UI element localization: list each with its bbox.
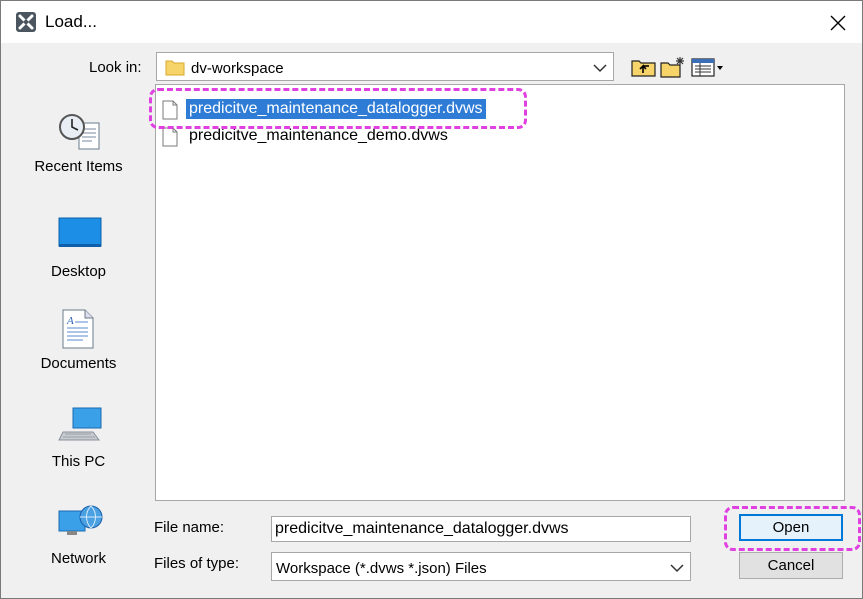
place-recent-items[interactable]: Recent Items (7, 111, 150, 207)
file-name: predicitve_maintenance_demo.dvws (189, 127, 448, 144)
look-in-combo[interactable]: dv-workspace (156, 52, 614, 81)
file-highlight-marker (149, 88, 527, 129)
files-of-type-combo[interactable]: Workspace (*.dvws *.json) Files (271, 552, 691, 581)
place-label: Documents (40, 355, 117, 372)
svg-text:A: A (66, 315, 74, 327)
details-view-icon[interactable] (691, 55, 725, 79)
up-one-level-icon[interactable] (631, 55, 657, 79)
place-this-pc[interactable]: This PC (7, 406, 150, 502)
chevron-down-icon (593, 64, 607, 73)
chevron-down-icon (670, 564, 684, 573)
place-desktop[interactable]: Desktop (7, 216, 150, 312)
files-of-type-value: Workspace (*.dvws *.json) Files (276, 560, 487, 577)
network-icon (58, 505, 103, 535)
file-name-input[interactable]: predicitve_maintenance_datalogger.dvws (271, 516, 691, 542)
place-label: Recent Items (34, 158, 123, 175)
look-in-value: dv-workspace (191, 60, 284, 77)
document-icon (162, 127, 178, 147)
place-label: Desktop (50, 263, 107, 280)
load-dialog: Load... Look in: dv-workspace Recent Ite… (0, 0, 863, 599)
places-bar: Recent Items Desktop A Documents This PC… (7, 86, 150, 591)
documents-icon: A (62, 309, 94, 349)
place-label: This PC (51, 453, 106, 470)
this-pc-icon (58, 407, 102, 441)
close-icon[interactable] (824, 9, 852, 37)
place-network[interactable]: Network (7, 503, 150, 599)
place-label: Network (50, 550, 106, 567)
folder-icon (165, 60, 185, 76)
files-of-type-label: Files of type: (154, 555, 240, 572)
create-new-folder-icon[interactable] (660, 55, 686, 79)
look-in-label: Look in: (89, 59, 142, 76)
file-list[interactable]: predicitve_maintenance_datalogger.dvws p… (155, 84, 845, 501)
desktop-icon (58, 217, 102, 247)
title-bar: Load... (1, 1, 862, 43)
cancel-button[interactable]: Cancel (739, 552, 843, 579)
place-documents[interactable]: A Documents (7, 308, 150, 404)
file-name-label: File name: (154, 519, 225, 536)
app-logo-icon (16, 12, 36, 32)
window-title: Load... (45, 12, 97, 31)
recent-items-icon (59, 114, 100, 150)
open-button[interactable]: Open (739, 514, 843, 541)
